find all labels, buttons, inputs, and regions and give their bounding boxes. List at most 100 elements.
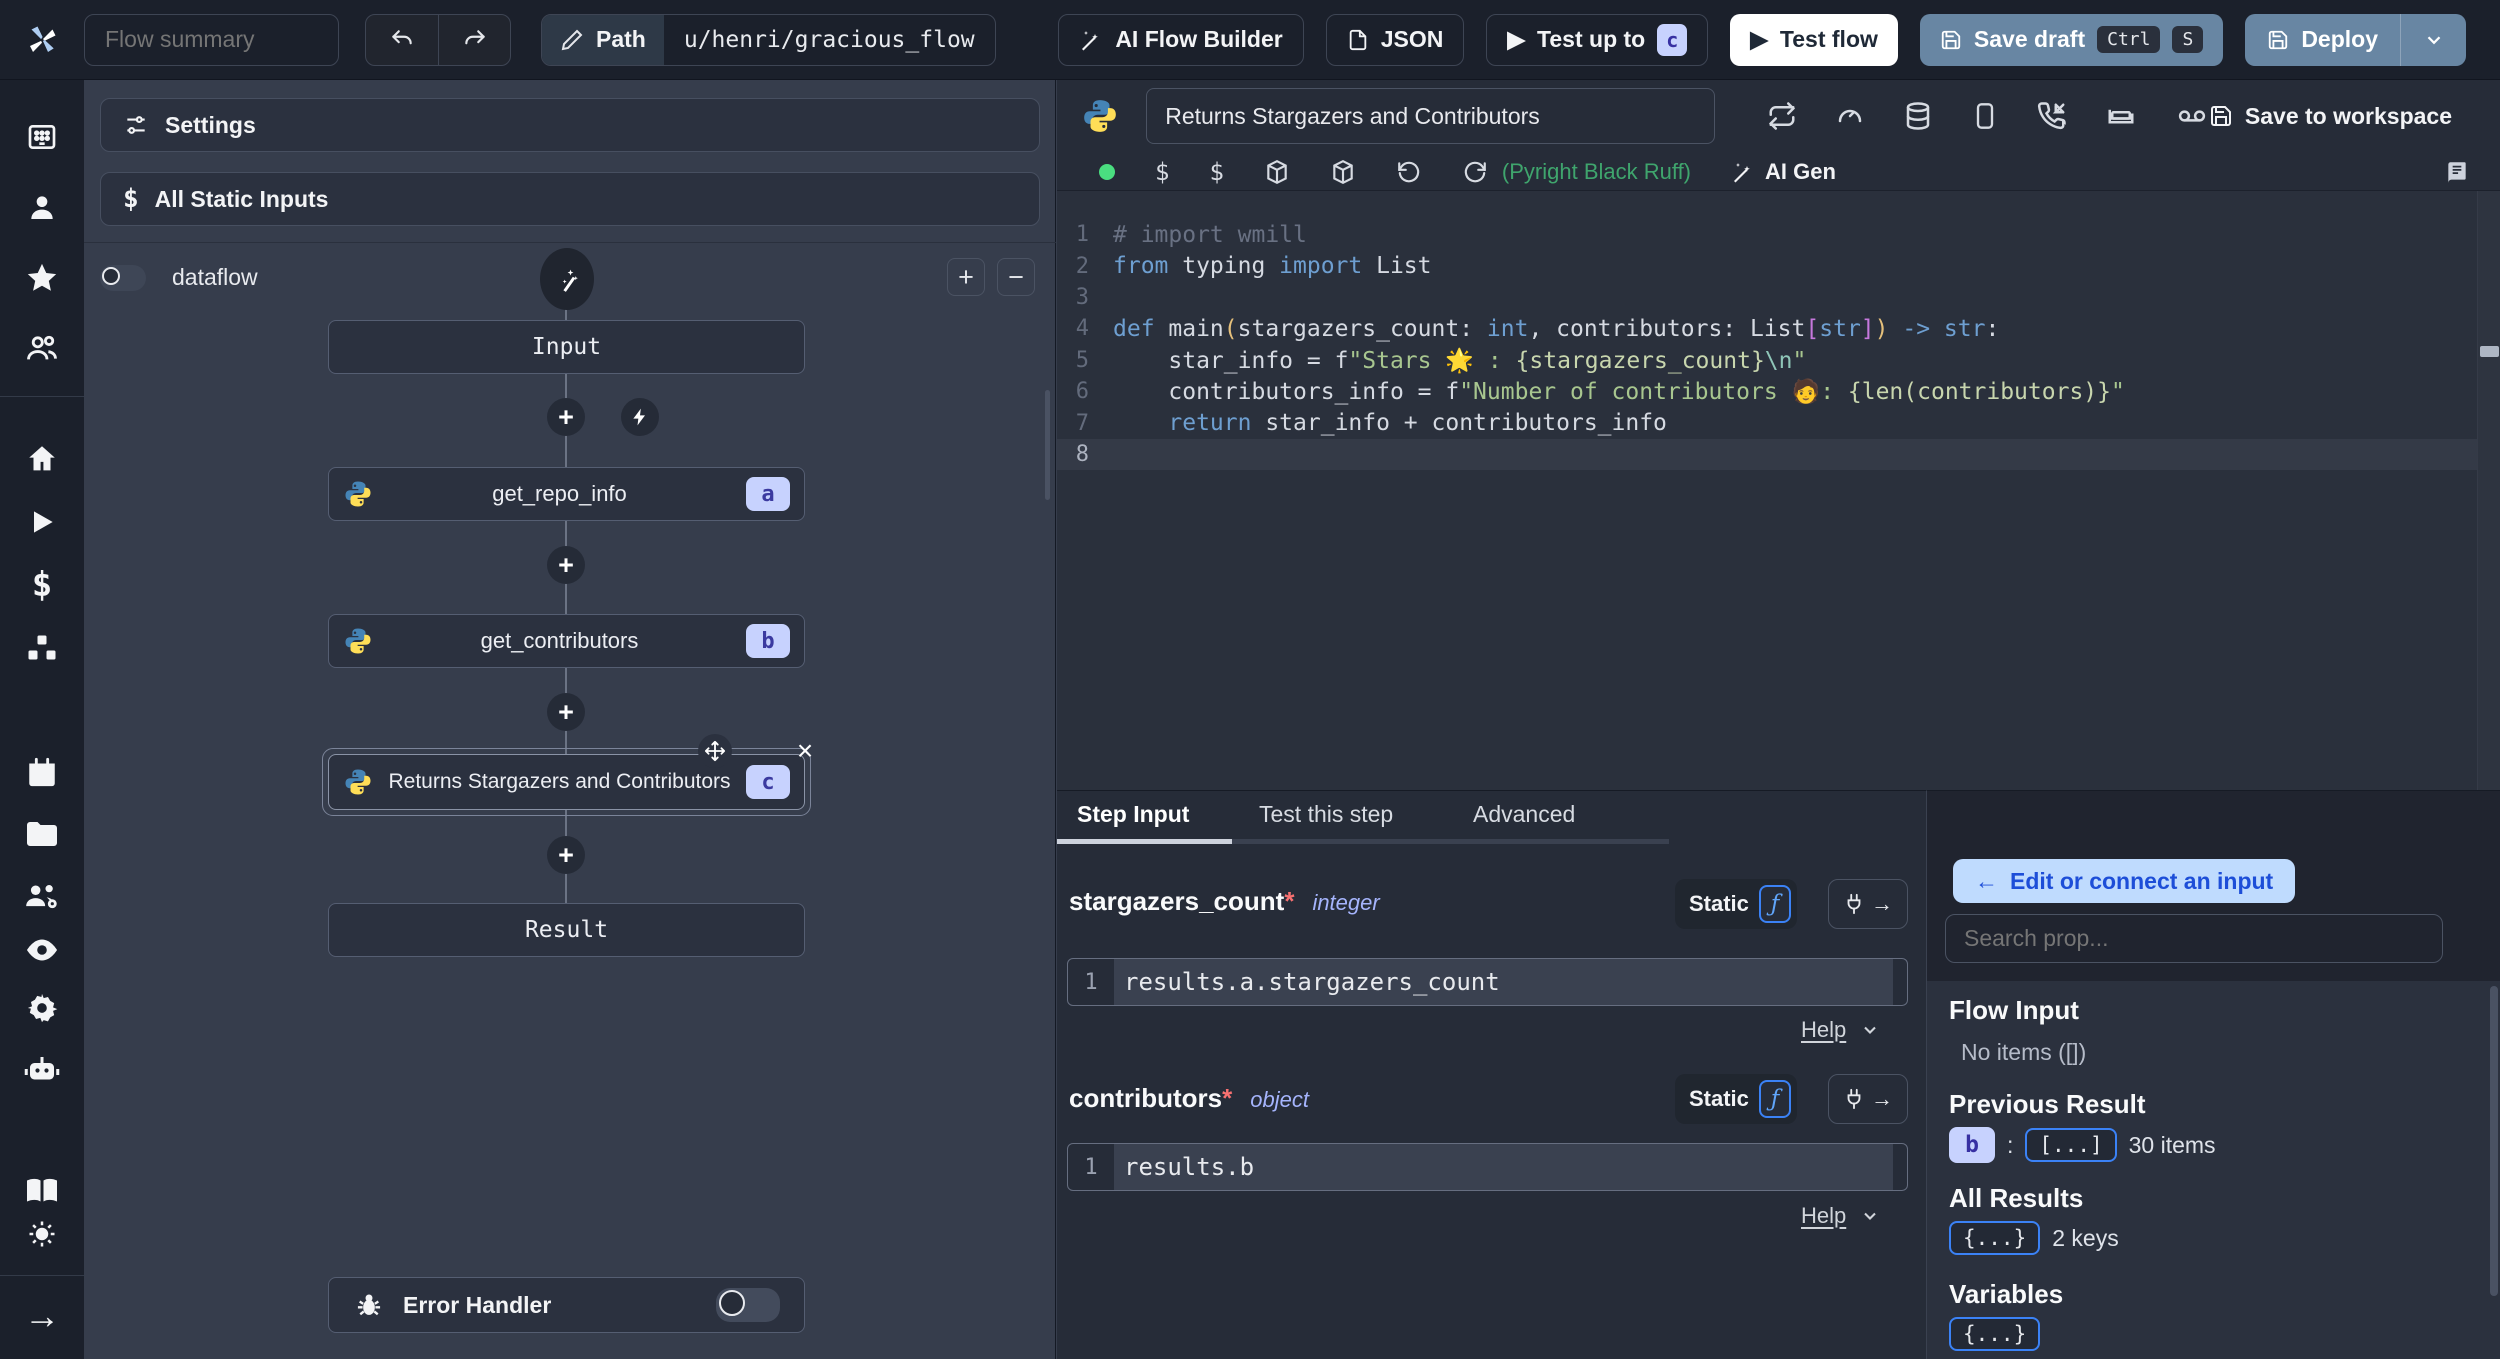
flow-node-input[interactable]: Input [328, 320, 805, 374]
all-static-inputs-button[interactable]: $ All Static Inputs [100, 172, 1040, 226]
zoom-out-button[interactable]: − [997, 258, 1035, 296]
zoom-in-button[interactable]: + [947, 258, 985, 296]
result-key-badge[interactable]: b [1949, 1127, 1995, 1163]
json-button[interactable]: JSON [1325, 13, 1465, 66]
code-text: def main(stargazers_count: int, contribu… [1113, 315, 2000, 342]
tab-step-input[interactable]: Step Input [1077, 801, 1189, 828]
code-line[interactable]: 3 [1057, 282, 2477, 313]
move-node-handle[interactable] [698, 734, 732, 768]
test-flow-button[interactable]: ▶ Test flow [1730, 13, 1898, 66]
flow-node-returns-stargazers[interactable]: Returns Stargazers and Contributors c [328, 754, 805, 810]
format-group[interactable]: (Pyright Black Ruff) [1462, 159, 1691, 185]
add-step-button[interactable]: + [547, 398, 585, 436]
dataflow-toggle[interactable] [100, 264, 146, 291]
array-badge[interactable]: [...] [2025, 1128, 2117, 1162]
trigger-button[interactable] [621, 398, 659, 436]
dollar-icon[interactable]: $ [1155, 158, 1169, 186]
flow-node-get-repo-info[interactable]: get_repo_info a [328, 467, 805, 521]
connect-input-button[interactable]: → [1828, 879, 1908, 929]
error-handler-node[interactable]: Error Handler [328, 1277, 805, 1333]
smartphone-icon[interactable] [1971, 101, 1999, 131]
sidebar-item-settings[interactable] [0, 986, 84, 1030]
save-to-workspace-button[interactable]: Save to workspace [2209, 103, 2452, 130]
python-icon [345, 481, 371, 507]
undo-button[interactable] [366, 15, 438, 65]
ai-flow-builder-button[interactable]: AI Flow Builder [1058, 13, 1304, 66]
flow-settings-button[interactable]: Settings [100, 98, 1040, 152]
flow-panel-scrollbar[interactable] [1045, 390, 1050, 500]
ai-gen-button[interactable]: AI Gen [1731, 159, 1836, 185]
code-line[interactable]: 1 # import wmill [1057, 219, 2477, 250]
redo-button[interactable] [438, 14, 510, 65]
code-line[interactable]: 5 star_info = f"Stars 🌟 : {stargazers_co… [1057, 345, 2477, 376]
sidebar-item-theme[interactable] [0, 1212, 84, 1256]
add-step-button[interactable]: + [547, 546, 585, 584]
code-editor[interactable]: 1 # import wmill 2 from typing import List 3… [1057, 190, 2500, 791]
windmill-logo[interactable] [0, 22, 84, 58]
sidebar-item-folders[interactable] [0, 812, 84, 856]
search-prop-input[interactable] [1945, 914, 2443, 963]
deploy-split-button: Deploy [2245, 13, 2466, 66]
editor-minimap[interactable] [2477, 191, 2500, 791]
rotate-ccw-icon[interactable] [1396, 159, 1422, 185]
sidebar-item-members[interactable] [0, 326, 84, 370]
object-badge[interactable]: {...} [1949, 1221, 2041, 1255]
add-step-button[interactable]: + [547, 836, 585, 874]
object-badge[interactable]: {...} [1949, 1317, 2041, 1351]
repeat-icon[interactable] [1767, 101, 1797, 131]
delete-node-button[interactable]: × [788, 734, 822, 768]
expr-input[interactable]: 1 results.b [1067, 1143, 1908, 1191]
tab-advanced[interactable]: Advanced [1473, 801, 1575, 828]
code-line[interactable]: 2 from typing import List [1057, 250, 2477, 281]
package-icon[interactable] [1330, 159, 1356, 185]
sidebar-item-docs[interactable] [0, 1169, 84, 1213]
path-chip[interactable]: Path u/henri/gracious_flow [541, 13, 996, 66]
code-line[interactable]: 7 return star_info + contributors_info [1057, 407, 2477, 438]
sidebar-item-apps[interactable] [0, 115, 84, 159]
sidebar-item-variables[interactable]: $ [0, 563, 84, 607]
step-name: Returns Stargazers and Contributors [388, 770, 731, 793]
bed-icon[interactable] [2105, 101, 2137, 131]
flow-node-result[interactable]: Result [328, 903, 805, 957]
sidebar-item-resources[interactable] [0, 627, 84, 671]
dollar-icon[interactable]: $ [1209, 158, 1223, 186]
add-step-button[interactable]: + [547, 693, 585, 731]
flow-node-get-contributors[interactable]: get_contributors b [328, 614, 805, 668]
sidebar-item-home[interactable] [0, 437, 84, 481]
database-icon[interactable] [1903, 101, 1933, 131]
sidebar-item-schedules[interactable] [0, 750, 84, 794]
error-handler-toggle[interactable] [716, 1288, 780, 1322]
code-line[interactable]: 8 [1057, 438, 2477, 471]
library-icon[interactable] [2444, 159, 2470, 185]
sidebar-item-workers[interactable] [0, 1047, 84, 1091]
help-link[interactable]: Help [1801, 1203, 1880, 1229]
sidebar-item-audit[interactable] [0, 928, 84, 972]
connect-input-button[interactable]: → [1828, 1074, 1908, 1124]
phone-incoming-icon[interactable] [2037, 101, 2067, 131]
edit-or-connect-button[interactable]: ← Edit or connect an input [1953, 859, 2296, 903]
undo-redo-group [365, 13, 511, 66]
voicemail-icon[interactable] [2175, 101, 2209, 131]
sidebar-item-groups[interactable] [0, 873, 84, 917]
deploy-dropdown-button[interactable] [2400, 13, 2466, 66]
test-up-to-button[interactable]: ▶ Test up to c [1486, 13, 1709, 66]
gauge-icon[interactable] [1835, 101, 1865, 131]
connect-panel-scrollbar[interactable] [2490, 986, 2498, 1296]
code-line[interactable]: 4 def main(stargazers_count: int, contrib… [1057, 313, 2477, 344]
ai-wand-button[interactable] [540, 248, 594, 310]
help-link[interactable]: Help [1801, 1017, 1880, 1043]
deploy-button[interactable]: Deploy [2245, 13, 2400, 66]
save-draft-button[interactable]: Save draft Ctrl S [1919, 13, 2224, 66]
static-toggle[interactable]: Static ƒ [1675, 879, 1797, 929]
step-title-input[interactable] [1146, 88, 1715, 144]
flow-summary-input[interactable] [84, 13, 339, 66]
expr-input[interactable]: 1 results.a.stargazers_count [1067, 958, 1908, 1006]
sidebar-item-profile[interactable] [0, 185, 84, 229]
code-line[interactable]: 6 contributors_info = f"Number of contri… [1057, 376, 2477, 407]
sidebar-item-runs[interactable] [0, 500, 84, 544]
sidebar-expand-button[interactable]: → [0, 1294, 84, 1338]
package-icon[interactable] [1264, 159, 1290, 185]
sidebar-item-favorites[interactable] [0, 256, 84, 300]
static-toggle[interactable]: Static ƒ [1675, 1074, 1797, 1124]
tab-test-this-step[interactable]: Test this step [1259, 801, 1393, 828]
